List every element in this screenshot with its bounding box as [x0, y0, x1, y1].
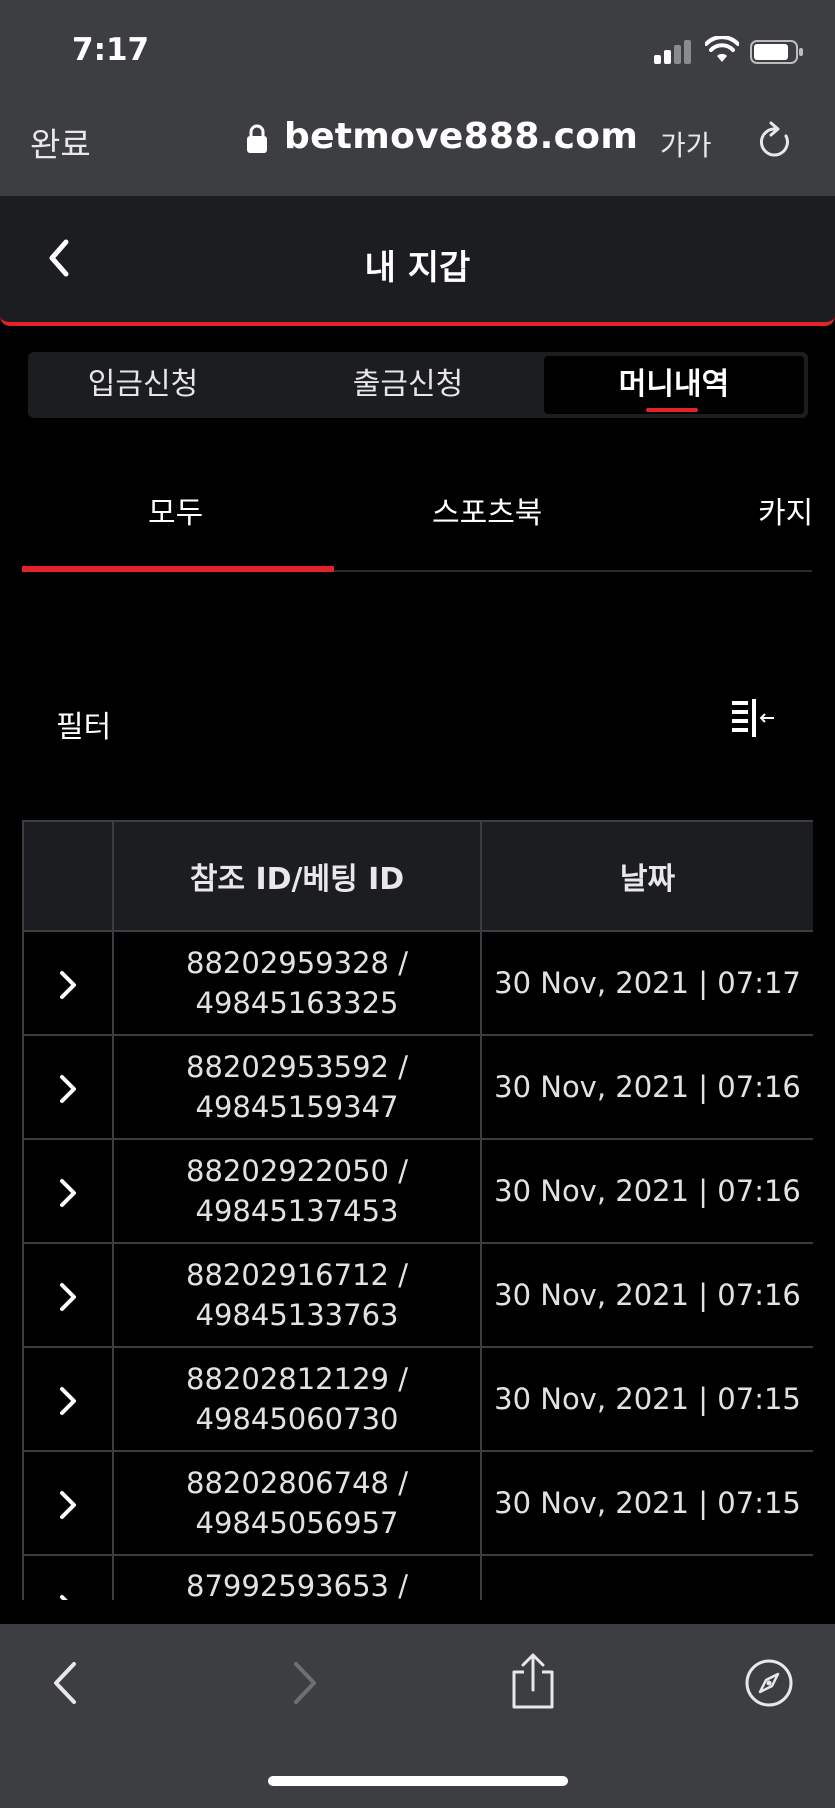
ref-bet-id-cell: 88202916712 / 49845133763: [112, 1242, 482, 1348]
header-expand: [22, 820, 114, 932]
chevron-right-icon[interactable]: [290, 1660, 320, 1706]
table-header-row: 참조 ID/베팅 ID 날짜: [22, 820, 813, 932]
bet-id: 49845163325: [195, 986, 399, 1020]
table-row[interactable]: 88202953592 / 49845159347 30 Nov, 2021 | …: [22, 1034, 813, 1140]
subtab-casino[interactable]: 카지: [758, 488, 813, 532]
date-cell: 30 Nov, 2021 | 07:17: [480, 930, 813, 1036]
url-domain[interactable]: betmove888.com: [284, 116, 638, 157]
table-row[interactable]: 88202959328 / 49845163325 30 Nov, 2021 | …: [22, 930, 813, 1036]
share-icon[interactable]: [510, 1652, 556, 1710]
ref-id: 88202806748 /: [186, 1466, 408, 1500]
cellular-signal-icon: [654, 38, 692, 64]
bet-id: 49845137453: [195, 1194, 399, 1228]
filter-label[interactable]: 필터: [56, 702, 111, 746]
ref-id: 88202959328 /: [186, 946, 408, 980]
date-cell: 30 Nov, 2021 | 07:16: [480, 1242, 813, 1348]
done-button[interactable]: 완료: [30, 118, 91, 166]
money-history-table: 참조 ID/베팅 ID 날짜 88202959328 / 49845163325 …: [22, 820, 813, 1600]
date-cell: 30 Nov, 2021 | 07:16: [480, 1138, 813, 1244]
row-expand[interactable]: [22, 1450, 114, 1556]
table-row[interactable]: 88202916712 / 49845133763 30 Nov, 2021 | …: [22, 1242, 813, 1348]
table-row[interactable]: 88202806748 / 49845056957 30 Nov, 2021 | …: [22, 1450, 813, 1556]
row-expand[interactable]: [22, 1034, 114, 1140]
chevron-right-icon[interactable]: [57, 1489, 79, 1521]
row-expand[interactable]: [22, 1242, 114, 1348]
ref-bet-id-cell: 88202806748 / 49845056957: [112, 1450, 482, 1556]
date-cell: 30 Nov, 2021 | 07:15: [480, 1346, 813, 1452]
browser-toolbar: [0, 1624, 835, 1808]
table-row[interactable]: 88202812129 / 49845060730 30 Nov, 2021 | …: [22, 1346, 813, 1452]
tab-money-history[interactable]: 머니내역: [544, 356, 804, 414]
ref-id: 88202916712 /: [186, 1258, 408, 1292]
ref-bet-id-cell: 88202953592 / 49845159347: [112, 1034, 482, 1140]
app-header: 내 지갑: [0, 196, 835, 326]
subtab-sportsbook[interactable]: 스포츠북: [432, 488, 542, 532]
bet-id: 49845056957: [195, 1506, 399, 1540]
date-cell: 30 Nov, 2021 | 07:16: [480, 1034, 813, 1140]
status-bar: 7:17: [0, 0, 835, 100]
table-row[interactable]: 88202922050 / 49845137453 30 Nov, 2021 | …: [22, 1138, 813, 1244]
row-expand[interactable]: [22, 1554, 114, 1600]
ref-bet-id-cell: 88202812129 / 49845060730: [112, 1346, 482, 1452]
table-row[interactable]: 87992593653 /: [22, 1554, 813, 1600]
ref-bet-id-cell: 88202922050 / 49845137453: [112, 1138, 482, 1244]
chevron-right-icon[interactable]: [57, 1177, 79, 1209]
subtab-all[interactable]: 모두: [148, 488, 203, 532]
status-time: 7:17: [72, 32, 150, 68]
row-expand[interactable]: [22, 1346, 114, 1452]
header-ref-bet-id: 참조 ID/베팅 ID: [112, 820, 482, 932]
chevron-right-icon[interactable]: [57, 1593, 79, 1600]
page-title: 내 지갑: [364, 248, 471, 288]
header-date: 날짜: [480, 820, 813, 932]
lock-icon: [247, 124, 267, 153]
ref-bet-id-cell: 88202959328 / 49845163325: [112, 930, 482, 1036]
date-cell: 30 Nov, 2021 | 07:15: [480, 1450, 813, 1556]
ref-id: 88202812129 /: [186, 1362, 408, 1396]
ref-bet-id-cell: 87992593653 /: [112, 1554, 482, 1600]
chevron-right-icon[interactable]: [57, 1073, 79, 1105]
reload-icon[interactable]: [756, 120, 794, 162]
ref-id: 87992593653 /: [186, 1569, 408, 1600]
chevron-left-icon[interactable]: [50, 1660, 80, 1706]
tab-withdraw-request[interactable]: 출금신청: [293, 352, 523, 418]
chevron-right-icon[interactable]: [57, 1281, 79, 1313]
filter-columns-icon[interactable]: [730, 698, 778, 738]
active-tab-indicator: [646, 408, 698, 412]
date-cell: [480, 1554, 813, 1600]
tab-deposit-request[interactable]: 입금신청: [28, 352, 258, 418]
bet-id: 49845133763: [195, 1298, 399, 1332]
bet-id: 49845060730: [195, 1402, 399, 1436]
ref-id: 88202953592 /: [186, 1050, 408, 1084]
browser-url-bar: 완료 betmove888.com 가가: [0, 100, 835, 196]
wifi-icon: [705, 36, 739, 62]
compass-icon[interactable]: [744, 1658, 794, 1708]
text-size-button[interactable]: 가가: [660, 124, 712, 164]
ref-id: 88202922050 /: [186, 1154, 408, 1188]
home-indicator[interactable]: [268, 1776, 568, 1786]
battery-icon: [750, 40, 803, 64]
subtab-active-indicator: [22, 566, 334, 572]
bet-id: 49845159347: [195, 1090, 399, 1124]
chevron-right-icon[interactable]: [57, 1385, 79, 1417]
chevron-right-icon[interactable]: [57, 969, 79, 1001]
row-expand[interactable]: [22, 930, 114, 1036]
row-expand[interactable]: [22, 1138, 114, 1244]
